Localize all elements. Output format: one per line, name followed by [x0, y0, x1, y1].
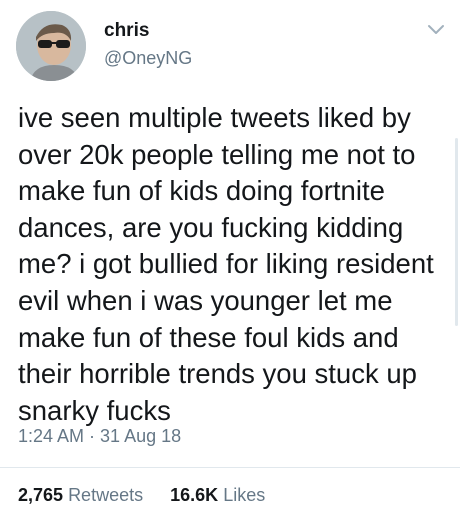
engagement-stats: 2,765 Retweets 16.6K Likes [18, 484, 265, 506]
tweet-timestamp[interactable]: 1:24 AM · 31 Aug 18 [18, 425, 181, 447]
tweet-text-line: me? i got bullied for liking resident [18, 248, 434, 280]
tweet-text-line: snarky fucks [18, 394, 171, 426]
divider [0, 467, 460, 468]
scrollbar[interactable] [455, 138, 458, 326]
tweet-text-line: their horrible trends you stuck up [18, 358, 417, 390]
retweets-count: 2,765 [18, 485, 64, 505]
tweet-text-line: dances, are you fucking kidding [18, 211, 404, 243]
tweet-card: chris @OneyNG ive seen multiple tweets l… [0, 0, 460, 525]
retweets-label: Retweets [68, 485, 144, 505]
tweet-text: ive seen multiple tweets liked by over 2… [18, 100, 458, 429]
tweet-text-line: evil when i was younger let me [18, 284, 393, 316]
avatar[interactable] [16, 11, 86, 81]
tweet-text-line: over 20k people telling me not to [18, 138, 416, 170]
likes-stat[interactable]: 16.6K Likes [170, 484, 265, 506]
tweet-text-line: make fun of kids doing fortnite [18, 175, 385, 207]
chevron-down-icon[interactable] [426, 22, 446, 38]
tweet-text-line: make fun of these foul kids and [18, 321, 399, 353]
author-name[interactable]: chris [104, 20, 149, 42]
tweet-text-line: ive seen multiple tweets liked by [18, 102, 411, 133]
author-handle[interactable]: @OneyNG [104, 47, 192, 69]
likes-count: 16.6K [170, 485, 219, 505]
retweets-stat[interactable]: 2,765 Retweets [18, 484, 143, 506]
likes-label: Likes [223, 485, 266, 505]
